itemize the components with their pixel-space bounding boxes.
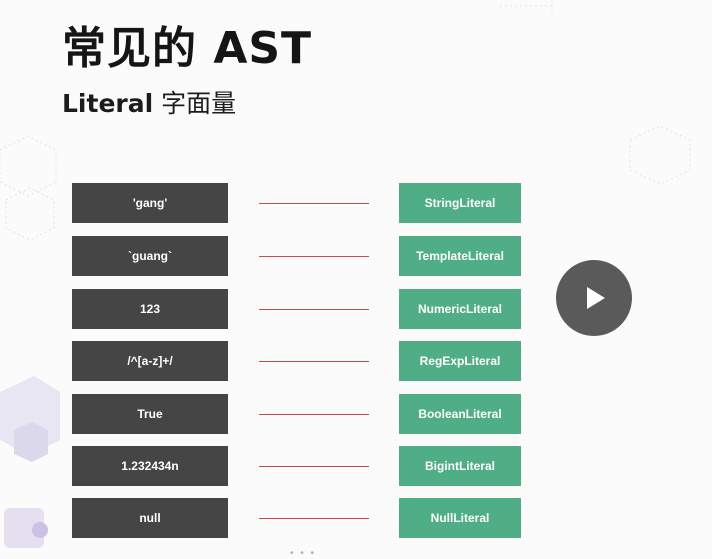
literal-value-box: null xyxy=(72,498,228,538)
connector-line xyxy=(259,309,369,310)
literal-value-box: 123 xyxy=(72,289,228,329)
literal-value-box: /^[a-z]+/ xyxy=(72,341,228,381)
subtitle-chinese: 字面量 xyxy=(161,89,237,118)
ast-node-type-box: TemplateLiteral xyxy=(399,236,521,276)
ast-node-type-box: BooleanLiteral xyxy=(399,394,521,434)
play-button[interactable] xyxy=(556,260,632,336)
slide: 常见的 AST Literal 字面量 'gang' StringLiteral… xyxy=(0,0,712,559)
literal-value-box: `guang` xyxy=(72,236,228,276)
mapping-row: /^[a-z]+/ RegExpLiteral xyxy=(0,341,712,381)
slide-subtitle: Literal 字面量 xyxy=(62,84,236,120)
literal-value-box: True xyxy=(72,394,228,434)
literal-value-box: 'gang' xyxy=(72,183,228,223)
slide-title: 常见的 AST xyxy=(62,23,313,74)
mapping-row: 'gang' StringLiteral xyxy=(0,183,712,223)
ast-node-type-box: NullLiteral xyxy=(399,498,521,538)
ast-node-type-box: NumericLiteral xyxy=(399,289,521,329)
connector-line xyxy=(259,361,369,362)
page-dots: • • • xyxy=(290,548,317,559)
mapping-row: null NullLiteral xyxy=(0,498,712,538)
literal-value-box: 1.232434n xyxy=(72,446,228,486)
connector-line xyxy=(259,203,369,204)
ast-node-type-box: StringLiteral xyxy=(399,183,521,223)
connector-line xyxy=(259,414,369,415)
connector-line xyxy=(259,256,369,257)
ast-node-type-box: RegExpLiteral xyxy=(399,341,521,381)
connector-line xyxy=(259,518,369,519)
mapping-row: 1.232434n BigintLiteral xyxy=(0,446,712,486)
play-icon xyxy=(587,287,605,309)
ast-node-type-box: BigintLiteral xyxy=(399,446,521,486)
mapping-row: True BooleanLiteral xyxy=(0,394,712,434)
subtitle-literal: Literal xyxy=(62,89,154,118)
connector-line xyxy=(259,466,369,467)
